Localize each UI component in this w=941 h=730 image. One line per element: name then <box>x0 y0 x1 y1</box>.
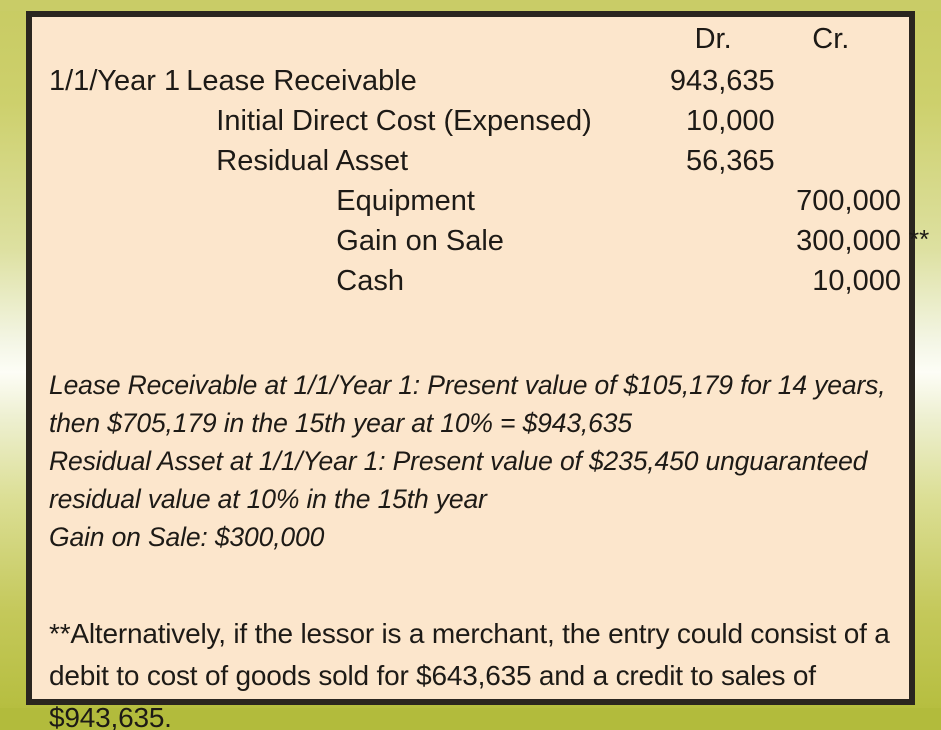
credit-amount: 300,000 <box>796 225 901 257</box>
table-row: Gain on Sale 300,000 ** <box>32 221 929 261</box>
table-row: Residual Asset 56,365 <box>32 141 909 181</box>
mat-top-band <box>0 0 941 11</box>
header-date-cell <box>32 17 186 61</box>
exhibit-page: Dr. Cr. 1/1/Year 1 Lease Receivable 943,… <box>0 0 941 730</box>
note-gain-on-sale: Gain on Sale: $300,000 <box>49 522 325 552</box>
credit-amount-cell: 300,000 ** <box>775 221 929 261</box>
account-name: Lease Receivable <box>186 65 417 97</box>
table-row: 1/1/Year 1 Lease Receivable 943,635 <box>32 61 909 101</box>
journal-entry-panel: Dr. Cr. 1/1/Year 1 Lease Receivable 943,… <box>26 11 929 730</box>
account-name: Equipment <box>336 185 475 217</box>
entry-date-blank <box>32 261 186 301</box>
table-row: Equipment 700,000 <box>32 181 909 221</box>
footnote-text: **Alternatively, if the lessor is a merc… <box>49 618 890 730</box>
debit-amount: 10,000 <box>685 105 775 137</box>
journal-entry-table: Dr. Cr. 1/1/Year 1 Lease Receivable 943,… <box>32 17 929 301</box>
debit-amount <box>652 261 775 301</box>
account-name: Gain on Sale <box>336 225 504 257</box>
entry-date-blank <box>32 101 186 141</box>
entry-date-blank <box>32 181 186 221</box>
credit-amount: 10,000 <box>812 265 901 297</box>
credit-amount <box>775 61 909 101</box>
header-account-cell <box>186 17 651 61</box>
credit-amount <box>775 141 909 181</box>
credit-column-header: Cr. <box>812 23 850 55</box>
table-row: Initial Direct Cost (Expensed) 10,000 <box>32 101 909 141</box>
debit-amount: 56,365 <box>685 145 775 177</box>
footnote-marker: ** <box>909 224 930 254</box>
debit-amount: 943,635 <box>669 65 775 97</box>
debit-amount <box>652 181 775 221</box>
entry-date-blank <box>32 221 186 261</box>
debit-amount <box>652 221 775 261</box>
note-lease-receivable: Lease Receivable at 1/1/Year 1: Present … <box>49 370 886 438</box>
explanatory-notes: Lease Receivable at 1/1/Year 1: Present … <box>49 366 903 556</box>
table-row: Cash 10,000 <box>32 261 909 301</box>
account-name: Initial Direct Cost (Expensed) <box>216 105 592 137</box>
table-header-row: Dr. Cr. <box>32 17 909 61</box>
account-name: Cash <box>336 265 404 297</box>
credit-amount: 700,000 <box>796 185 901 217</box>
debit-column-header: Dr. <box>694 23 732 55</box>
entry-date-blank <box>32 141 186 181</box>
credit-amount <box>775 101 909 141</box>
entry-date: 1/1/Year 1 <box>49 65 181 97</box>
note-residual-asset: Residual Asset at 1/1/Year 1: Present va… <box>49 446 868 514</box>
footnote-block: **Alternatively, if the lessor is a merc… <box>49 613 915 730</box>
account-name: Residual Asset <box>216 145 409 177</box>
